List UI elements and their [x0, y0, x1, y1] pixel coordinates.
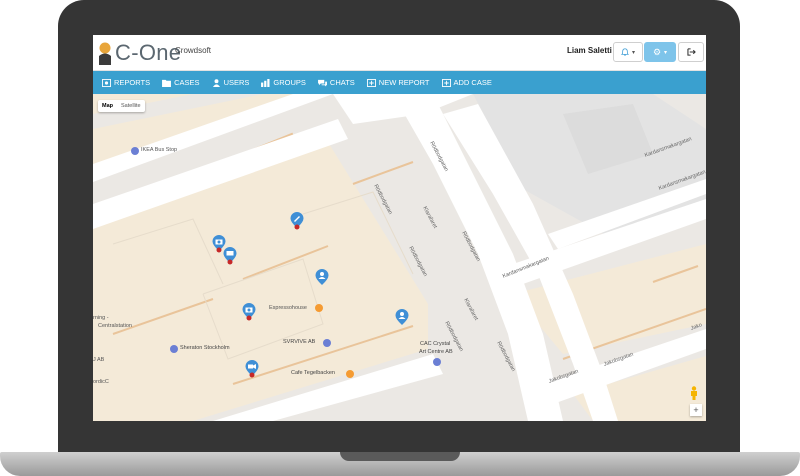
- app-header: C-One Crowdsoft Liam Saletti ▾ ⚙ ▾: [93, 35, 706, 71]
- place-central: Centralstation: [98, 323, 132, 329]
- gear-icon: ⚙: [652, 46, 662, 57]
- settings-button[interactable]: ⚙ ▾: [644, 42, 676, 62]
- zoom-in-button[interactable]: +: [690, 404, 702, 416]
- logo-icon: [99, 42, 111, 65]
- place-cac-line2: Art Centre AB: [419, 349, 453, 355]
- add-folder-icon: [441, 78, 451, 87]
- nav-chats[interactable]: CHATS: [312, 71, 361, 94]
- user-icon: [400, 312, 404, 316]
- nav-cases[interactable]: CASES: [156, 71, 205, 94]
- nav-chats-label: CHATS: [329, 78, 355, 87]
- art-centre-icon[interactable]: [433, 358, 441, 366]
- place-rning: rning -: [93, 315, 109, 321]
- add-image-icon: [366, 78, 376, 87]
- map-type-satellite[interactable]: Satellite: [117, 100, 145, 112]
- nav-users[interactable]: USERS: [206, 71, 256, 94]
- notifications-button[interactable]: ▾: [613, 42, 643, 62]
- caret-down-icon: ▾: [664, 49, 668, 56]
- pegman-icon[interactable]: [689, 386, 699, 400]
- nav-reports-label: REPORTS: [114, 78, 151, 87]
- bus-stop-icon[interactable]: [131, 147, 139, 155]
- nav-add-case[interactable]: ADD CASE: [436, 71, 498, 94]
- user-icon: [212, 78, 220, 87]
- nav-new-report-label: NEW REPORT: [378, 78, 430, 87]
- place-cafe: Cafe Tegelbacken: [291, 370, 335, 376]
- user-pin-1[interactable]: [315, 269, 329, 287]
- folder-icon: [162, 79, 172, 87]
- map-base: [93, 94, 706, 421]
- nav-groups[interactable]: GROUPS: [255, 71, 312, 94]
- nav-groups-label: GROUPS: [273, 78, 306, 87]
- org-name: Crowdsoft: [175, 46, 212, 55]
- bell-icon: [620, 48, 629, 56]
- group-icon: [261, 78, 270, 87]
- shop-icon[interactable]: [323, 339, 331, 347]
- place-espresso: Espressohouse: [269, 305, 307, 311]
- hotel-icon[interactable]: [170, 345, 178, 353]
- laptop-notch: [340, 452, 460, 461]
- sign-out-icon: [686, 48, 696, 56]
- nav-add-case-label: ADD CASE: [453, 78, 492, 87]
- nav-new-report[interactable]: NEW REPORT: [361, 71, 436, 94]
- caret-down-icon: ▾: [631, 49, 635, 56]
- picture-icon: [102, 78, 111, 87]
- report-pin-video[interactable]: [245, 360, 259, 378]
- app-logo-text: C-One: [115, 40, 182, 65]
- nav-reports[interactable]: REPORTS: [93, 71, 156, 94]
- report-pin-photo-2[interactable]: [242, 303, 256, 321]
- map-type-map[interactable]: Map: [98, 100, 117, 112]
- nav-cases-label: CASES: [174, 78, 200, 87]
- app-screen: C-One Crowdsoft Liam Saletti ▾ ⚙ ▾ REPOR…: [93, 35, 706, 421]
- nav-users-label: USERS: [223, 78, 250, 87]
- logout-button[interactable]: [678, 42, 704, 62]
- chat-icon: [317, 79, 327, 87]
- cafe-icon[interactable]: [315, 304, 323, 312]
- place-svrvive: SVRVIVE AB: [283, 339, 316, 345]
- report-pin-edit[interactable]: [290, 212, 304, 230]
- place-cac-line1: CAC Crystal: [420, 341, 451, 347]
- place-sheraton: Sheraton Stockholm: [180, 345, 230, 351]
- user-name[interactable]: Liam Saletti: [567, 46, 612, 55]
- user-icon: [320, 272, 324, 276]
- cafe-tegel-icon[interactable]: [346, 370, 354, 378]
- place-nordic: ordicC: [93, 379, 109, 385]
- chat-icon: [226, 251, 234, 256]
- video-icon: [248, 364, 253, 369]
- report-pin-chat[interactable]: [223, 247, 237, 265]
- map-view[interactable]: Map Satellite IKEA Bus Stop Espressohous…: [93, 94, 706, 421]
- place-ikea: IKEA Bus Stop: [141, 147, 178, 153]
- main-nav: REPORTS CASES USERS GROUPS CHATS NEW REP…: [93, 71, 706, 94]
- place-jab: J AB: [93, 357, 105, 363]
- user-pin-2[interactable]: [395, 309, 409, 327]
- map-type-control: Map Satellite: [98, 100, 145, 112]
